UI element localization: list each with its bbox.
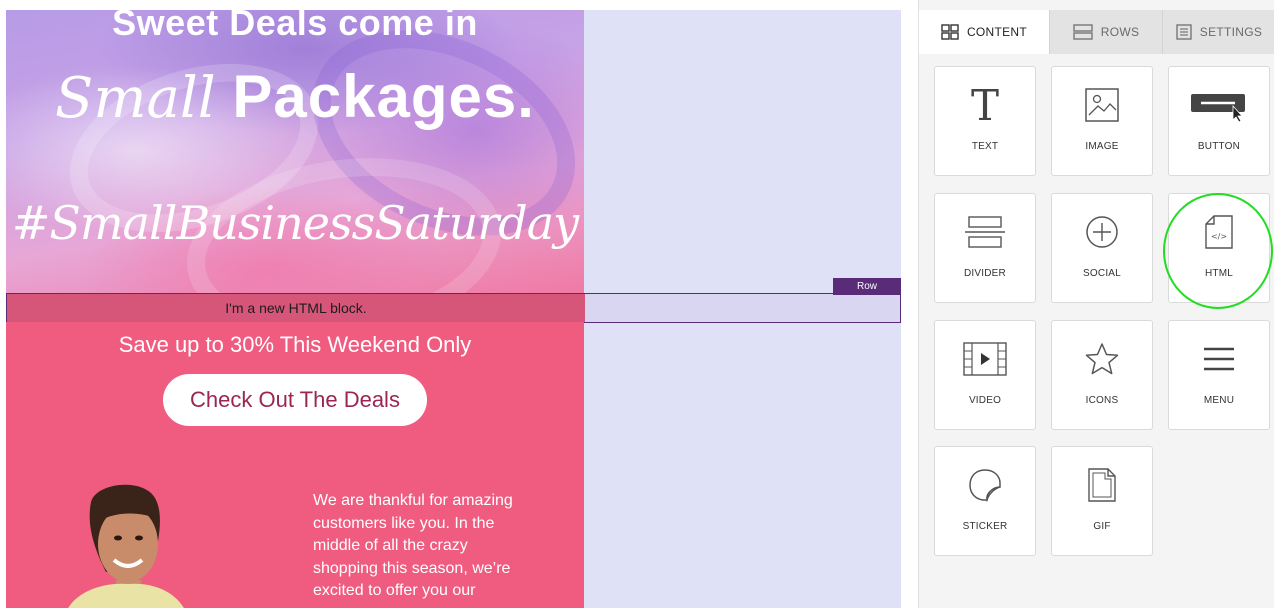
tile-social[interactable]: SOCIAL — [1051, 193, 1153, 303]
check-deals-button[interactable]: Check Out The Deals — [163, 374, 427, 426]
tile-label: BUTTON — [1197, 141, 1241, 152]
editor-canvas: Sweet Deals come in Small Packages. #Sma… — [0, 0, 918, 608]
tile-label: GIF — [1093, 521, 1111, 532]
tile-label: DIVIDER — [964, 268, 1006, 279]
tile-button[interactable]: BUTTON — [1168, 66, 1270, 176]
tab-rows[interactable]: ROWS — [1049, 10, 1162, 54]
tile-label: HTML — [1204, 268, 1234, 279]
tab-content-label: CONTENT — [966, 25, 1028, 39]
hero-image[interactable]: Sweet Deals come in Small Packages. #Sma… — [6, 10, 584, 293]
hero-title-bold: Packages. — [232, 63, 535, 130]
customer-photo — [68, 484, 184, 608]
hero-title-line1: Sweet Deals come in — [112, 10, 478, 43]
tab-content[interactable]: CONTENT — [919, 10, 1049, 54]
tile-label: SOCIAL — [1083, 268, 1121, 279]
tile-divider[interactable]: DIVIDER — [934, 193, 1036, 303]
html-block-text[interactable]: I'm a new HTML block. — [7, 300, 585, 316]
promo-section[interactable]: Save up to 30% This Weekend Only Check O… — [6, 322, 584, 608]
tile-label: TEXT — [971, 141, 999, 152]
tile-text[interactable]: T TEXT — [934, 66, 1036, 176]
tile-image[interactable]: IMAGE — [1051, 66, 1153, 176]
body-line: customers like you. In the — [313, 514, 495, 532]
tile-icons[interactable]: ICONS — [1051, 320, 1153, 430]
sticker-icon — [935, 461, 1035, 509]
tile-sticker[interactable]: STICKER — [934, 446, 1036, 556]
body-line: We are thankful for amazing — [313, 492, 513, 509]
hero-title-line2: Small Packages. — [6, 62, 584, 131]
divider-icon — [935, 208, 1035, 256]
html-block-row[interactable]: I'm a new HTML block. — [6, 293, 901, 323]
button-icon — [1169, 81, 1269, 129]
tile-label: ICONS — [1085, 395, 1119, 406]
svg-text:</>: </> — [1211, 232, 1227, 241]
tile-menu[interactable]: MENU — [1168, 320, 1270, 430]
body-line: shopping this season, we’re — [313, 559, 511, 577]
tile-label: IMAGE — [1085, 141, 1119, 152]
tile-label: MENU — [1203, 395, 1235, 406]
menu-icon — [1169, 335, 1269, 383]
promo-body-text: We are thankful for amazing customers li… — [313, 490, 553, 603]
panel-tabs: CONTENT ROWS SETTINGS — [919, 10, 1274, 54]
promo-headline: Save up to 30% This Weekend Only — [118, 332, 472, 357]
tab-settings[interactable]: SETTINGS — [1162, 10, 1274, 54]
body-line: middle of all the crazy — [313, 537, 468, 554]
html-file-icon: </> — [1169, 208, 1269, 256]
body-line: excited to offer you our — [313, 582, 476, 599]
gif-file-icon — [1052, 461, 1152, 509]
video-icon — [935, 335, 1035, 383]
image-icon — [1052, 81, 1152, 129]
tab-settings-label: SETTINGS — [1199, 25, 1263, 39]
star-icon — [1052, 335, 1152, 383]
grid-icon — [941, 24, 959, 40]
tile-video[interactable]: VIDEO — [934, 320, 1036, 430]
tile-label: VIDEO — [968, 395, 1002, 406]
tab-rows-label: ROWS — [1100, 25, 1140, 39]
hero-hashtag: #SmallBusinessSaturday — [11, 196, 579, 250]
tile-label: STICKER — [962, 521, 1008, 532]
row-tag[interactable]: Row — [833, 278, 901, 295]
content-panel: CONTENT ROWS SETTINGS T TEXT IMAGE BUTTO… — [918, 0, 1274, 608]
tile-gif[interactable]: GIF — [1051, 446, 1153, 556]
social-plus-icon — [1052, 208, 1152, 256]
hero-title-script: Small — [55, 66, 216, 131]
tile-html[interactable]: </> HTML — [1168, 193, 1270, 303]
rows-icon — [1073, 24, 1093, 40]
settings-icon — [1176, 24, 1192, 40]
text-icon: T — [970, 80, 999, 130]
